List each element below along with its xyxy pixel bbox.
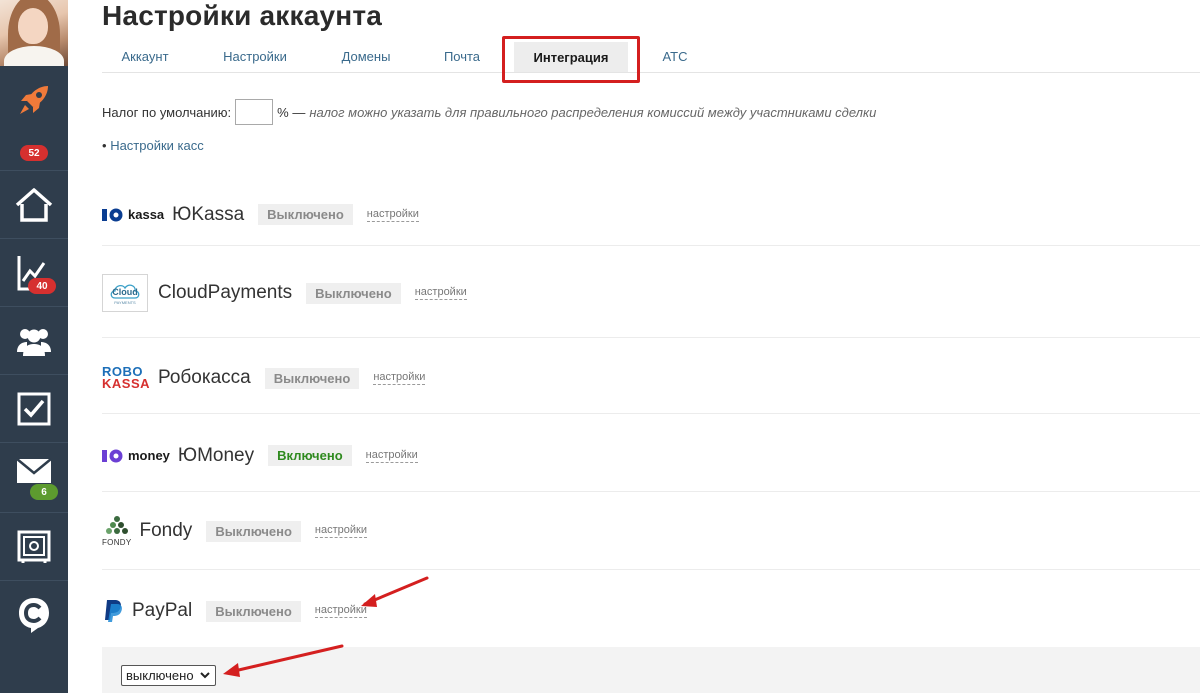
cloudpayments-logo-sub: PAYMENTS bbox=[114, 299, 136, 305]
provider-paypal: PayPal Выключено настройки bbox=[102, 570, 1200, 647]
provider-settings-link[interactable]: настройки bbox=[366, 208, 419, 222]
mail-icon bbox=[16, 457, 52, 483]
provider-yukassa: kassa ЮKassa Выключено настройки bbox=[102, 184, 1200, 246]
mail-badge: 6 bbox=[30, 484, 58, 500]
app: 52 40 6 Настройки аккаунта Аккаунт Настр… bbox=[0, 0, 1200, 693]
provider-fondy: FONDY Fondy Выключено настройки bbox=[102, 492, 1200, 570]
yukassa-logo: kassa bbox=[102, 207, 164, 222]
status-badge: Выключено bbox=[258, 204, 353, 225]
tax-input[interactable] bbox=[235, 99, 274, 125]
select-value: выключено bbox=[126, 668, 194, 683]
avatar[interactable] bbox=[0, 0, 68, 66]
yumoney-logo-icon bbox=[102, 449, 123, 462]
tab-ats[interactable]: АТС bbox=[656, 40, 694, 73]
rocket-badge: 52 bbox=[20, 145, 48, 161]
yumoney-logo: money bbox=[102, 448, 170, 463]
bullet: • bbox=[102, 138, 107, 153]
provider-cloudpayments: Cloud PAYMENTS CloudPayments Выключено н… bbox=[102, 246, 1200, 338]
robokassa-logo: ROBO KASSA bbox=[102, 365, 151, 391]
yumoney-logo-text: money bbox=[128, 448, 170, 463]
provider-settings-link[interactable]: настройки bbox=[314, 524, 367, 538]
provider-name: Fondy bbox=[139, 520, 193, 541]
sidebar-item-chart[interactable] bbox=[0, 238, 68, 306]
sidebar-item-rocket[interactable] bbox=[0, 66, 68, 134]
fondy-logo: FONDY bbox=[102, 515, 132, 547]
provider-name: ЮKassa bbox=[172, 203, 245, 225]
sidebar-item-c[interactable] bbox=[0, 580, 68, 648]
home-icon bbox=[15, 187, 53, 222]
tab-domains[interactable]: Домены bbox=[330, 40, 402, 73]
tab-mail[interactable]: Почта bbox=[434, 40, 490, 73]
sidebar-item-users[interactable] bbox=[0, 306, 68, 374]
chevron-down-icon bbox=[200, 672, 210, 679]
tax-row: Налог по умолчанию: % — налог можно указ… bbox=[102, 99, 876, 125]
status-badge: Выключено bbox=[206, 520, 301, 542]
tab-bar: Аккаунт Настройки Домены Почта Интеграци… bbox=[102, 40, 1200, 73]
page-title: Настройки аккаунта bbox=[102, 0, 383, 31]
provider-name: ЮMoney bbox=[177, 444, 255, 466]
cloudpayments-logo-text: Cloud bbox=[112, 286, 138, 297]
sidebar-item-mail[interactable] bbox=[0, 442, 68, 512]
kassa-settings-link[interactable]: Настройки касс bbox=[110, 138, 204, 153]
provider-name: Робокасса bbox=[158, 367, 251, 388]
annotation-arrow-icon bbox=[223, 644, 344, 677]
provider-robokassa: ROBO KASSA Робокасса Выключено настройки bbox=[102, 338, 1200, 414]
yukassa-logo-icon bbox=[102, 208, 123, 221]
provider-settings-link[interactable]: настройки bbox=[373, 371, 426, 385]
fondy-logo-icon bbox=[105, 516, 128, 534]
fondy-logo-text: FONDY bbox=[102, 538, 132, 547]
status-badge: Выключено bbox=[206, 600, 301, 622]
robokassa-logo-bottom: KASSA bbox=[102, 376, 151, 391]
users-icon bbox=[17, 328, 51, 356]
status-badge: Включено bbox=[268, 445, 352, 466]
sidebar-item-tasks[interactable] bbox=[0, 374, 68, 442]
sidebar-item-safe[interactable] bbox=[0, 512, 68, 580]
safe-icon bbox=[17, 530, 51, 563]
annotation-arrow-icon bbox=[361, 576, 429, 607]
paypal-logo-icon bbox=[105, 600, 122, 622]
provider-settings-link[interactable]: настройки bbox=[414, 286, 467, 300]
tax-unit: % — bbox=[277, 104, 306, 120]
sidebar-item-home[interactable] bbox=[0, 170, 68, 238]
chart-badge: 40 bbox=[28, 278, 56, 294]
provider-settings-link[interactable]: настройки bbox=[365, 449, 418, 463]
paypal-status-select[interactable]: выключено bbox=[121, 665, 216, 686]
checkbox-icon bbox=[17, 392, 51, 425]
cloudpayments-logo: Cloud PAYMENTS bbox=[102, 274, 148, 312]
tab-settings[interactable]: Настройки bbox=[210, 40, 300, 73]
tax-label: Налог по умолчанию: bbox=[102, 104, 232, 120]
provider-name: CloudPayments bbox=[158, 282, 293, 303]
rocket-icon bbox=[20, 86, 48, 114]
status-badge: Выключено bbox=[306, 282, 401, 304]
status-badge: Выключено bbox=[264, 367, 360, 389]
tab-highlight-annotation bbox=[502, 36, 640, 83]
provider-yumoney: money ЮMoney Включено настройки bbox=[102, 414, 1200, 492]
provider-name: PayPal bbox=[132, 600, 193, 621]
yukassa-logo-text: kassa bbox=[128, 207, 165, 222]
kassa-settings-row: • Настройки касс bbox=[102, 138, 204, 153]
tax-note: налог можно указать для правильного расп… bbox=[309, 104, 877, 120]
sidebar: 52 40 6 bbox=[0, 0, 68, 693]
c-logo-icon bbox=[19, 597, 49, 633]
tab-account[interactable]: Аккаунт bbox=[102, 40, 188, 73]
